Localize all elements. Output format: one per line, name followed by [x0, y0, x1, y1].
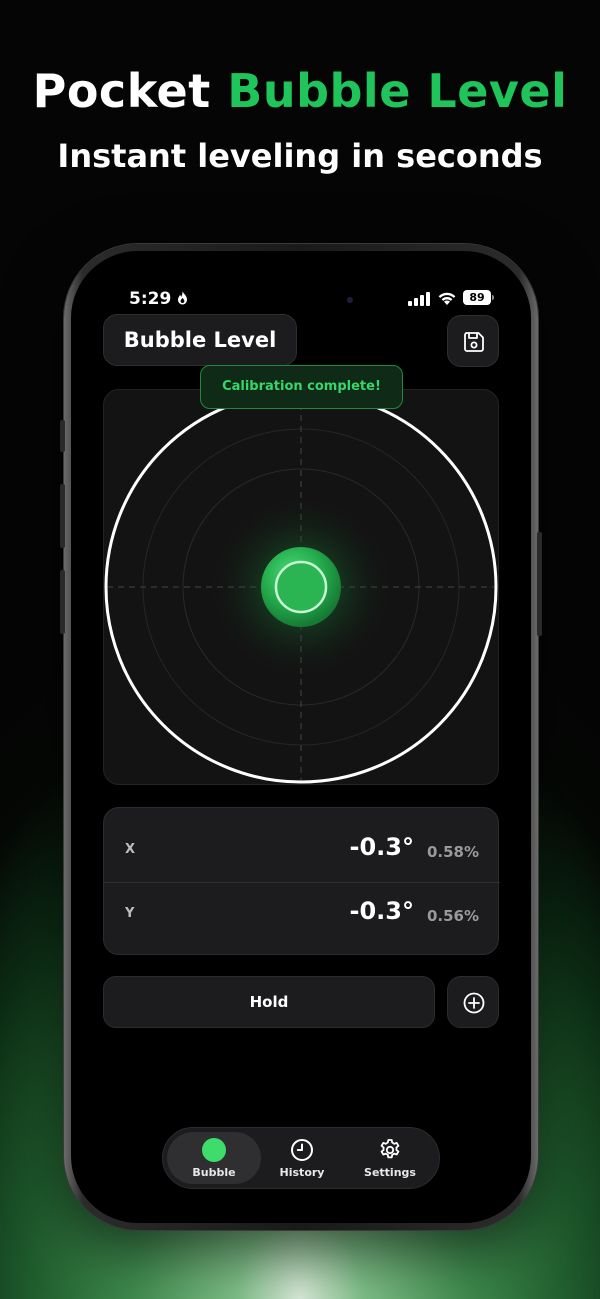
volume-up-button — [60, 484, 65, 548]
clock-icon — [291, 1139, 313, 1161]
plus-circle-icon — [463, 992, 485, 1014]
promo-title-part1: Pocket — [32, 64, 228, 118]
tab-bar: Bubble History Settings — [162, 1127, 440, 1189]
bubble — [261, 547, 341, 627]
calibration-toast: Calibration complete! — [200, 365, 403, 409]
axis-label-y: Y — [125, 906, 135, 921]
hold-button[interactable]: Hold — [103, 976, 435, 1028]
percent-value-x: 0.58% — [426, 843, 479, 861]
camera-dot — [347, 297, 353, 303]
bubble-level-gauge — [104, 390, 498, 784]
degree-value-x: -0.3° — [349, 833, 414, 861]
save-button[interactable] — [447, 315, 499, 367]
volume-down-button — [60, 570, 65, 634]
tab-label-settings: Settings — [364, 1166, 416, 1179]
percent-value-y: 0.56% — [426, 907, 479, 925]
bubble-target-ring — [274, 560, 328, 614]
power-button — [537, 532, 542, 636]
tab-label-history: History — [279, 1166, 325, 1179]
add-button[interactable] — [447, 976, 499, 1028]
status-time: 5:29 — [129, 289, 172, 309]
home-indicator — [233, 1205, 369, 1210]
page-title: Bubble Level — [103, 314, 297, 366]
dynamic-island — [245, 281, 357, 313]
tab-history[interactable]: History — [255, 1132, 349, 1184]
battery-icon: 89 — [463, 290, 491, 305]
axis-label-x: X — [125, 842, 136, 857]
reading-row-x: X -0.3° 0.58% — [104, 820, 500, 882]
readings-panel: X -0.3° 0.58% Y -0.3° 0.56% — [103, 807, 500, 955]
tab-settings[interactable]: Settings — [343, 1132, 437, 1184]
tab-bubble[interactable]: Bubble — [167, 1132, 261, 1184]
reading-row-y: Y -0.3° 0.56% — [104, 882, 500, 945]
phone-frame: 5:29 89 Bubble Level Calibration complet… — [60, 244, 542, 1230]
degree-value-y: -0.3° — [349, 897, 414, 925]
tab-label-bubble: Bubble — [192, 1166, 236, 1179]
promo-headline: Pocket Bubble Level — [0, 64, 600, 118]
gear-icon — [380, 1139, 400, 1159]
battery-cap — [492, 295, 494, 300]
bubble-dot-icon — [202, 1138, 226, 1162]
promo-subtitle: Instant leveling in seconds — [57, 137, 543, 175]
wifi-icon — [438, 292, 456, 305]
promo-title-accent: Bubble Level — [227, 64, 568, 118]
action-button — [60, 420, 65, 452]
flame-icon — [178, 291, 187, 305]
phone-screen: 5:29 89 Bubble Level Calibration complet… — [71, 251, 531, 1223]
cellular-signal-icon — [408, 292, 430, 306]
floppy-disk-icon — [464, 332, 484, 352]
